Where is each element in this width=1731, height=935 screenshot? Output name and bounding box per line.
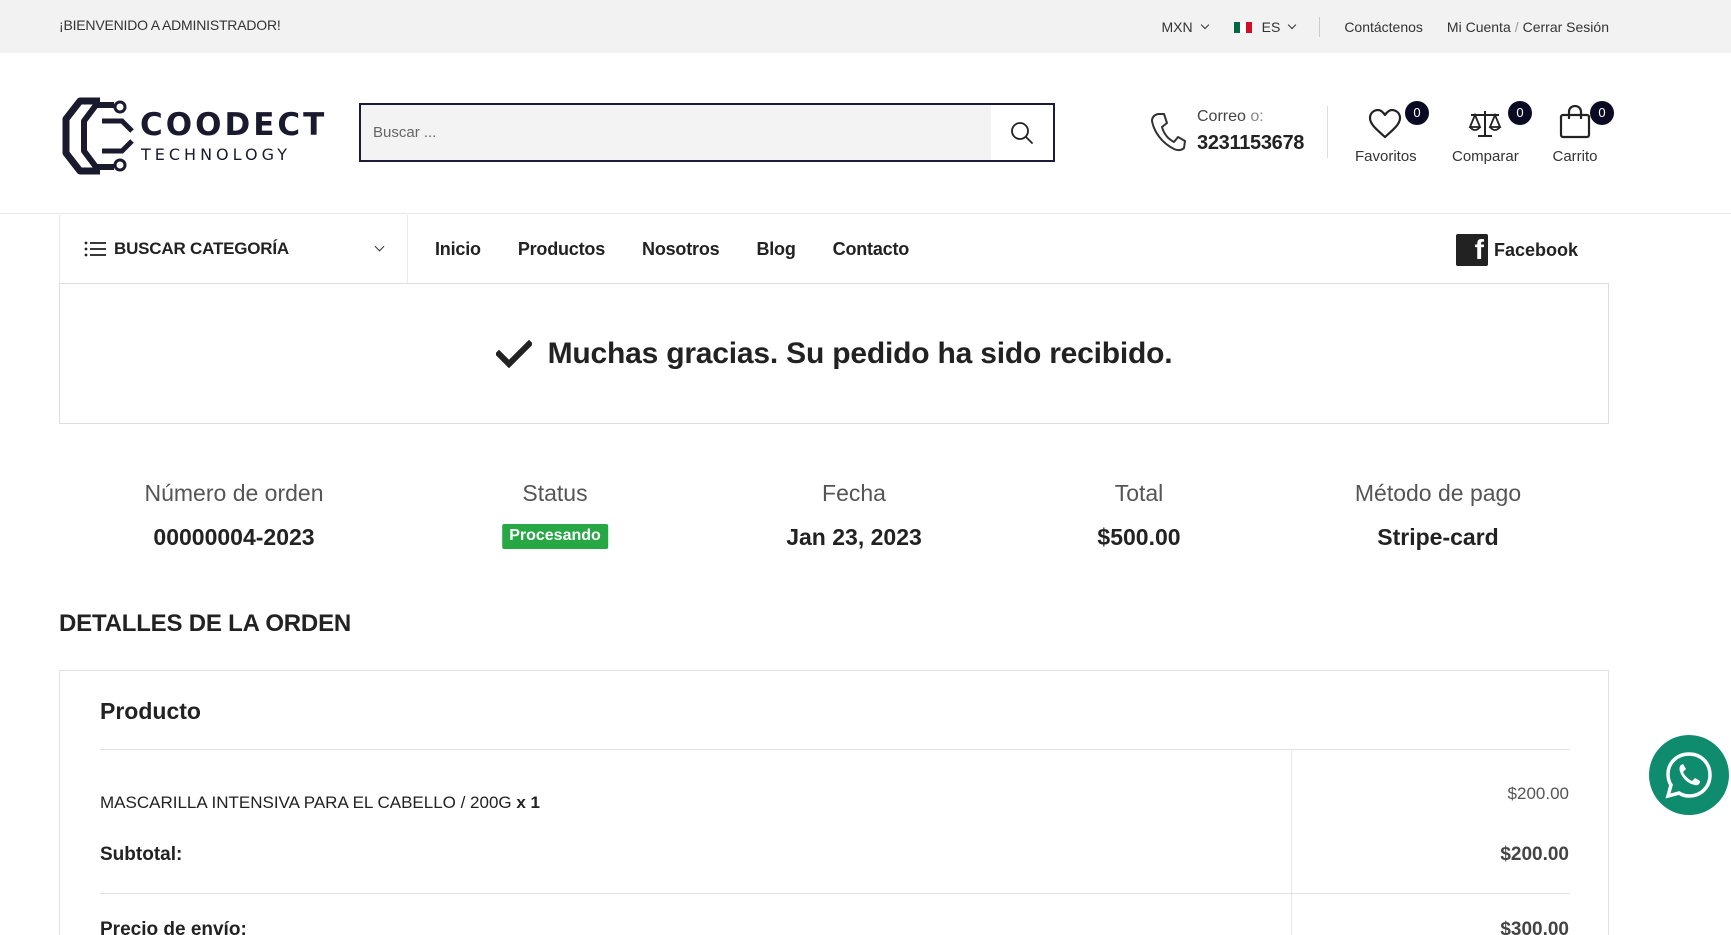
order-date-block: Fecha Jan 23, 2023 [786,480,922,551]
list-icon [84,241,106,257]
subtotal-value: $200.00 [1500,844,1569,865]
logo-name: COODECT [140,107,328,143]
cart-count-badge: 0 [1590,101,1614,125]
chevron-down-icon [1288,20,1297,30]
divider [100,749,1570,750]
shipping-value: $300.00 [1500,919,1569,935]
logo-tagline: TECHNOLOGY [141,145,291,164]
order-total-value: $500.00 [1097,524,1181,550]
order-number-block: Número de orden 00000004-2023 [145,480,324,551]
whatsapp-button[interactable] [1649,735,1729,815]
top-bar-right: MXN ES Contáctenos Mi Cuenta / Cerrar Se… [1161,17,1609,37]
search-button[interactable] [991,105,1053,160]
cart-label: Carrito [1552,148,1598,165]
favorites-count-badge: 0 [1405,101,1429,125]
compare-count-badge: 0 [1508,101,1532,125]
logo[interactable]: COODECT TECHNOLOGY [62,95,324,177]
main-nav: BUSCAR CATEGORÍA Inicio Productos Nosotr… [59,215,1609,283]
subtotal-label: Subtotal: [100,844,183,865]
whatsapp-icon [1665,752,1712,799]
cart-icon-wrap: 0 [1550,101,1614,139]
nav-item-nosotros[interactable]: Nosotros [642,239,720,260]
language-selector[interactable]: ES [1233,19,1297,35]
facebook-label: Facebook [1494,239,1579,260]
order-details-table: Producto MASCARILLA INTENSIVA PARA EL CA… [59,670,1609,935]
contact-link[interactable]: Contáctenos [1344,19,1423,35]
divider [1319,17,1321,37]
compare-icon-wrap: 0 [1452,101,1532,139]
divider [100,893,1570,894]
category-label: BUSCAR CATEGORÍA [114,239,289,258]
checkmark-icon [495,339,532,368]
payment-method-label: Método de pago [1354,480,1522,506]
contact-label-text: Correo [1197,108,1246,125]
favorites-button[interactable]: 0 Favoritos [1355,101,1429,165]
currency-label: MXN [1161,19,1193,35]
order-date-value: Jan 23, 2023 [786,524,922,550]
order-status-block: Status Procesando [502,480,608,549]
mexico-flag-icon [1233,21,1252,33]
search-icon [1011,121,1033,144]
facebook-icon: f [1456,234,1488,266]
payment-method-value: Stripe-card [1377,524,1499,550]
phone-number[interactable]: 3231153678 [1197,132,1304,155]
search-bar [359,103,1055,162]
contact-label: Correo o: [1197,108,1264,126]
logo-mark-icon [62,97,134,175]
contact-info: Correo o: 3231153678 [1150,108,1330,168]
nav-item-inicio[interactable]: Inicio [435,239,481,260]
category-dropdown[interactable]: BUSCAR CATEGORÍA [59,215,408,283]
facebook-link[interactable]: f Facebook [1456,234,1578,266]
order-item-price: $200.00 [1507,784,1569,803]
heart-icon [1368,109,1402,139]
status-badge: Procesando [502,524,608,549]
order-details-title: DETALLES DE LA ORDEN [59,610,352,637]
order-date-label: Fecha [822,480,886,506]
nav-menu: Inicio Productos Nosotros Blog Contacto [435,215,946,283]
currency-selector[interactable]: MXN [1161,19,1209,35]
chevron-down-icon [374,241,385,252]
product-column-header: Producto [100,698,201,724]
order-item: MASCARILLA INTENSIVA PARA EL CABELLO / 2… [100,793,540,813]
success-message: Muchas gracias. Su pedido ha sido recibi… [547,336,1173,370]
order-number-value: 00000004-2023 [153,524,315,550]
nav-item-blog[interactable]: Blog [756,239,795,260]
favorites-label: Favoritos [1355,148,1417,165]
nav-item-productos[interactable]: Productos [518,239,605,260]
shopping-bag-icon [1559,105,1591,139]
phone-icon [1151,113,1186,152]
order-number-label: Número de orden [144,480,324,506]
order-total-block: Total $500.00 [1097,480,1180,551]
cart-button[interactable]: 0 Carrito [1550,101,1614,165]
order-status-label: Status [522,480,588,506]
order-success-notice: Muchas gracias. Su pedido ha sido recibi… [59,283,1609,424]
language-label: ES [1261,19,1281,35]
divider [1327,106,1328,158]
my-account-link[interactable]: Mi Cuenta [1447,19,1511,35]
favorites-icon-wrap: 0 [1355,101,1429,139]
chevron-down-icon [1200,20,1209,30]
column-divider [1291,749,1292,935]
logout-link[interactable]: Cerrar Sesión [1523,19,1609,35]
compare-button[interactable]: 0 Comparar [1452,101,1532,165]
search-input[interactable] [361,105,991,160]
order-total-label: Total [1114,480,1164,506]
payment-method-block: Método de pago Stripe-card [1355,480,1521,551]
welcome-message: ¡BIENVENIDO A ADMINISTRADOR! [59,17,281,33]
contact-label-suffix: o: [1250,108,1264,125]
shipping-label: Precio de envío: [100,919,247,935]
separator: / [1514,19,1519,35]
order-item-quantity: x 1 [516,793,541,812]
compare-label: Comparar [1452,148,1519,165]
top-bar: ¡BIENVENIDO A ADMINISTRADOR! MXN ES Cont… [0,0,1731,53]
order-item-name: MASCARILLA INTENSIVA PARA EL CABELLO / 2… [100,793,512,812]
scale-icon [1468,111,1502,137]
nav-item-contacto[interactable]: Contacto [833,239,910,260]
